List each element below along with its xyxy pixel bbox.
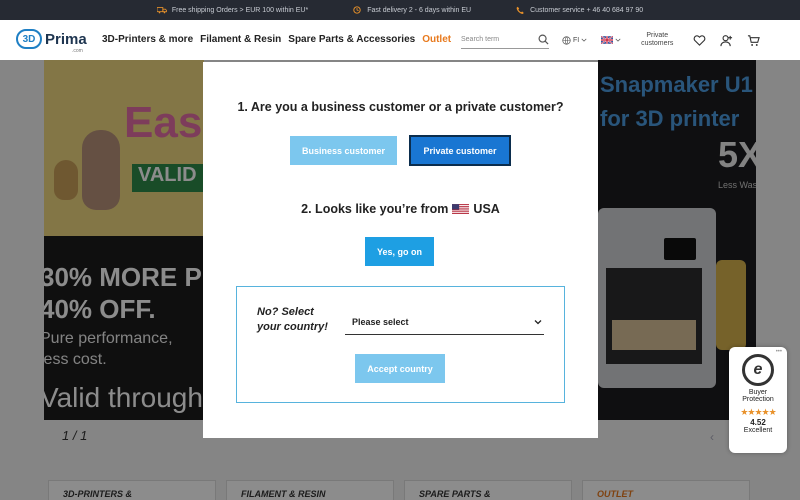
detected-country: USA xyxy=(473,202,500,216)
language-selector[interactable] xyxy=(601,36,621,44)
accept-country-button[interactable]: Accept country xyxy=(355,354,445,383)
trust-badge[interactable]: ••• e Buyer Protection ★★★★★ 4.52 Excell… xyxy=(729,347,787,453)
country-dropdown[interactable]: Please select xyxy=(345,309,544,335)
logo-text: Prima xyxy=(45,30,87,48)
delivery-info: Fast delivery 2 - 6 days within EU xyxy=(352,6,471,14)
nav-item-outlet[interactable]: Outlet xyxy=(422,34,451,45)
nav-item-spare-parts[interactable]: Spare Parts & Accessories xyxy=(288,34,415,45)
confirm-country-button[interactable]: Yes, go on xyxy=(365,237,434,266)
header-actions: FI Private customers xyxy=(562,32,761,48)
chevron-down-icon xyxy=(581,38,587,42)
question-customer-type: 1. Are you a business customer or a priv… xyxy=(237,100,564,114)
country-select-panel: No? Select your country! Please select A… xyxy=(236,286,565,403)
truck-icon xyxy=(156,7,167,14)
private-customers-toggle[interactable]: Private customers xyxy=(635,32,679,48)
logo-suffix: .com xyxy=(72,48,83,54)
chevron-down-icon xyxy=(615,38,621,42)
us-flag-icon xyxy=(452,203,470,215)
add-user-icon[interactable] xyxy=(720,34,733,47)
search-input[interactable]: Search term xyxy=(461,31,549,49)
trust-seal-icon: e xyxy=(742,354,774,386)
site-header: 3D Prima .com 3D-Printers & more Filamen… xyxy=(0,20,800,60)
logo[interactable]: 3D Prima .com xyxy=(16,29,87,54)
region-selector[interactable]: FI xyxy=(562,35,587,45)
badge-line-1: Buyer xyxy=(748,389,768,396)
country-question-text: 2. Looks like you’re from xyxy=(301,202,449,216)
service-info[interactable]: Customer service + 46 40 684 97 90 xyxy=(515,6,643,14)
nav-item-filament[interactable]: Filament & Resin xyxy=(200,34,281,45)
clock-icon xyxy=(353,6,361,14)
logo-mark: 3D xyxy=(16,29,42,49)
country-dropdown-value: Please select xyxy=(352,316,409,327)
rating-stars-icon: ★★★★★ xyxy=(740,407,776,417)
question-country: 2. Looks like you’re from USA xyxy=(203,202,598,216)
chevron-down-icon xyxy=(534,319,542,324)
phone-icon xyxy=(516,6,524,14)
select-country-prompt: No? Select your country! xyxy=(257,306,328,333)
main-nav: 3D-Printers & more Filament & Resin Spar… xyxy=(102,34,451,45)
heart-icon[interactable] xyxy=(693,34,706,47)
rating-label: Excellent xyxy=(743,427,773,434)
search-placeholder: Search term xyxy=(461,36,500,43)
rating-score: 4.52 xyxy=(750,418,766,427)
business-customer-button[interactable]: Business customer xyxy=(290,136,397,165)
nav-item-3d-printers[interactable]: 3D-Printers & more xyxy=(102,34,193,45)
cart-icon[interactable] xyxy=(747,34,761,47)
more-options-icon[interactable]: ••• xyxy=(776,349,782,355)
uk-flag-icon xyxy=(601,36,614,44)
search-icon[interactable] xyxy=(538,34,549,45)
shipping-info: Free shipping Orders > EUR 100 within EU… xyxy=(156,6,308,14)
badge-line-2: Protection xyxy=(742,396,774,403)
globe-icon xyxy=(562,35,571,45)
top-info-bar: Free shipping Orders > EUR 100 within EU… xyxy=(0,0,800,20)
customer-type-modal: 1. Are you a business customer or a priv… xyxy=(203,62,598,438)
private-customer-button[interactable]: Private customer xyxy=(409,135,511,166)
